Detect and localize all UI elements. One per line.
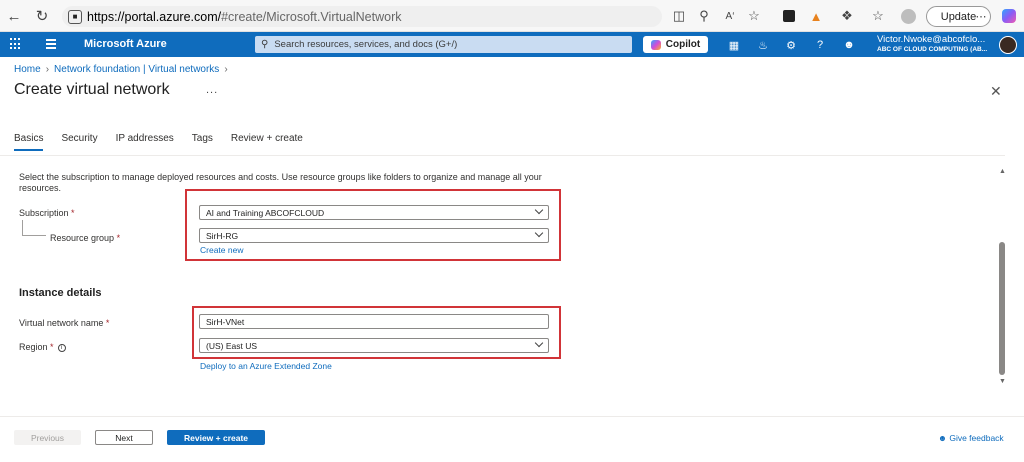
region-label-text: Region <box>19 342 48 352</box>
help-icon[interactable]: ? <box>813 38 827 52</box>
search-input[interactable]: ⚲ Search resources, services, and docs (… <box>255 36 632 53</box>
tab-security[interactable]: Security <box>61 133 97 151</box>
settings-icon[interactable]: ⚙ <box>784 38 798 52</box>
back-icon[interactable]: ← <box>4 6 24 26</box>
search-icon: ⚲ <box>261 39 269 50</box>
feedback-icon: ☻ <box>938 433 947 443</box>
tab-bar: Basics Security IP addresses Tags Review… <box>14 133 321 151</box>
give-feedback-link[interactable]: ☻ Give feedback <box>938 433 1004 443</box>
user-tenant: ABC OF CLOUD COMPUTING (AB... <box>877 46 988 53</box>
review-create-button[interactable]: Review + create <box>167 430 265 445</box>
account-info[interactable]: Victor.Nwoke@abcofclo... ABC OF CLOUD CO… <box>877 35 987 55</box>
subscription-label-text: Subscription <box>19 208 69 218</box>
split-view-icon[interactable]: ◫ <box>672 6 686 26</box>
tab-basics[interactable]: Basics <box>14 133 44 151</box>
tab-divider <box>0 155 1005 156</box>
browser-toolbar: ← ↻ ■ https://portal.azure.com/#create/M… <box>0 0 1024 32</box>
site-info-icon[interactable]: ■ <box>68 9 82 24</box>
copilot-icon <box>650 39 661 50</box>
tab-review-create[interactable]: Review + create <box>231 133 303 151</box>
app-launcher-icon[interactable] <box>10 38 22 50</box>
give-feedback-label: Give feedback <box>949 433 1004 443</box>
notifications-icon[interactable]: ♨ <box>756 38 770 52</box>
user-name: Victor.Nwoke@abcofclo... <box>877 34 986 45</box>
required-marker: * <box>105 318 110 328</box>
breadcrumb-home[interactable]: Home <box>14 64 41 75</box>
page-title: Create virtual network <box>14 81 170 98</box>
required-marker: * <box>71 208 75 218</box>
search-placeholder: Search resources, services, and docs (G+… <box>274 39 458 50</box>
puzzle-icon[interactable]: ❖ <box>840 6 854 26</box>
url-path: #create/Microsoft.VirtualNetwork <box>221 9 402 24</box>
next-button[interactable]: Next <box>95 430 153 445</box>
feedback-icon[interactable]: ☻ <box>842 38 856 52</box>
azure-top-bar: Microsoft Azure ⚲ Search resources, serv… <box>0 32 1024 57</box>
copilot-browser-icon[interactable] <box>1001 6 1017 26</box>
extension-icon[interactable] <box>782 6 796 26</box>
highlight-box-project <box>185 189 561 261</box>
vnet-name-label: Virtual network name * <box>19 318 109 328</box>
fox-extension-icon[interactable]: ▲ <box>809 6 823 26</box>
favorite-icon[interactable]: ☆ <box>747 6 761 26</box>
scroll-up-icon[interactable]: ▲ <box>999 168 1006 175</box>
scrollbar-thumb[interactable] <box>999 242 1005 375</box>
tab-tags[interactable]: Tags <box>192 133 213 151</box>
previous-button[interactable]: Previous <box>14 430 81 445</box>
address-bar[interactable]: ■ https://portal.azure.com/#create/Micro… <box>62 6 662 27</box>
resource-group-label: Resource group * <box>50 233 120 243</box>
portal-menu-icon[interactable] <box>46 39 56 51</box>
tab-ip-addresses[interactable]: IP addresses <box>116 133 174 151</box>
favorites-icon[interactable]: ☆ <box>871 6 885 26</box>
subscription-label: Subscription * <box>19 208 75 218</box>
zoom-icon[interactable]: ⚲ <box>697 6 711 26</box>
cloud-shell-icon[interactable]: ▦ <box>727 38 741 52</box>
region-label: Region * i <box>19 342 66 352</box>
resource-group-label-text: Resource group <box>50 233 115 243</box>
highlight-box-instance <box>192 306 561 359</box>
scroll-down-icon[interactable]: ▼ <box>999 378 1006 385</box>
chevron-right-icon: › <box>224 64 228 75</box>
required-marker: * <box>116 233 121 243</box>
profile-icon[interactable] <box>900 6 916 26</box>
more-options-icon[interactable]: ... <box>206 84 218 96</box>
instance-details-heading: Instance details <box>19 287 102 299</box>
more-icon[interactable]: ⋯ <box>976 6 987 26</box>
copilot-button[interactable]: Copilot <box>643 36 708 53</box>
extended-zone-link[interactable]: Deploy to an Azure Extended Zone <box>200 361 332 371</box>
close-icon[interactable]: ✕ <box>990 83 1002 100</box>
brand-name[interactable]: Microsoft Azure <box>84 38 167 50</box>
refresh-icon[interactable]: ↻ <box>32 6 52 26</box>
read-aloud-icon[interactable]: A‘ <box>722 6 738 26</box>
footer-divider <box>0 416 1024 417</box>
copilot-label: Copilot <box>665 39 701 50</box>
chevron-right-icon: › <box>45 64 50 75</box>
vnet-name-label-text: Virtual network name <box>19 318 104 328</box>
tree-connector <box>22 220 46 236</box>
info-icon[interactable]: i <box>57 343 66 352</box>
breadcrumb-virtual-networks[interactable]: Network foundation | Virtual networks <box>54 64 219 75</box>
avatar[interactable] <box>999 36 1017 54</box>
url-host: https://portal.azure.com/ <box>87 9 222 24</box>
breadcrumb: Home › Network foundation | Virtual networ… <box>14 64 233 75</box>
required-marker: * <box>50 342 54 352</box>
